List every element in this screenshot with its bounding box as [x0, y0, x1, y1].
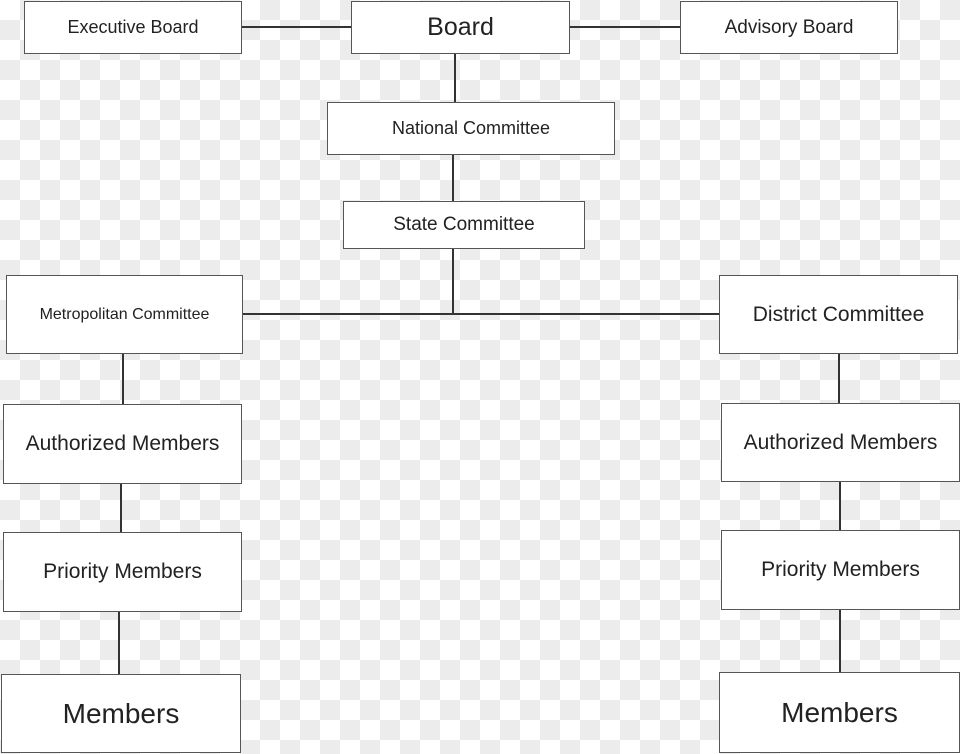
connector-metro-auth — [122, 353, 124, 404]
node-right-priority-members: Priority Members — [721, 530, 960, 610]
connector-priority-members-right — [839, 609, 841, 672]
node-right-members: Members — [719, 672, 960, 753]
connector-board-national — [454, 53, 456, 102]
node-executive-board: Executive Board — [24, 1, 242, 54]
node-metropolitan-committee: Metropolitan Committee — [6, 275, 243, 354]
node-left-authorized-members: Authorized Members — [3, 404, 242, 484]
connector-national-state — [452, 154, 454, 201]
node-national-committee: National Committee — [327, 102, 615, 155]
node-state-committee: State Committee — [343, 201, 585, 249]
connector-priority-members-left — [118, 611, 120, 674]
node-board: Board — [351, 1, 570, 54]
node-left-priority-members: Priority Members — [3, 532, 242, 612]
connector-state-branch — [452, 248, 454, 314]
connector-auth-priority-right — [839, 481, 841, 530]
node-left-members: Members — [1, 674, 241, 753]
connector-district-auth — [838, 353, 840, 403]
node-advisory-board: Advisory Board — [680, 1, 898, 54]
node-district-committee: District Committee — [719, 275, 958, 354]
connector-exec-board — [241, 26, 351, 28]
connector-auth-priority-left — [120, 483, 122, 532]
node-right-authorized-members: Authorized Members — [721, 403, 960, 482]
connector-branch-horizontal — [242, 313, 719, 315]
connector-board-advisory — [569, 26, 680, 28]
